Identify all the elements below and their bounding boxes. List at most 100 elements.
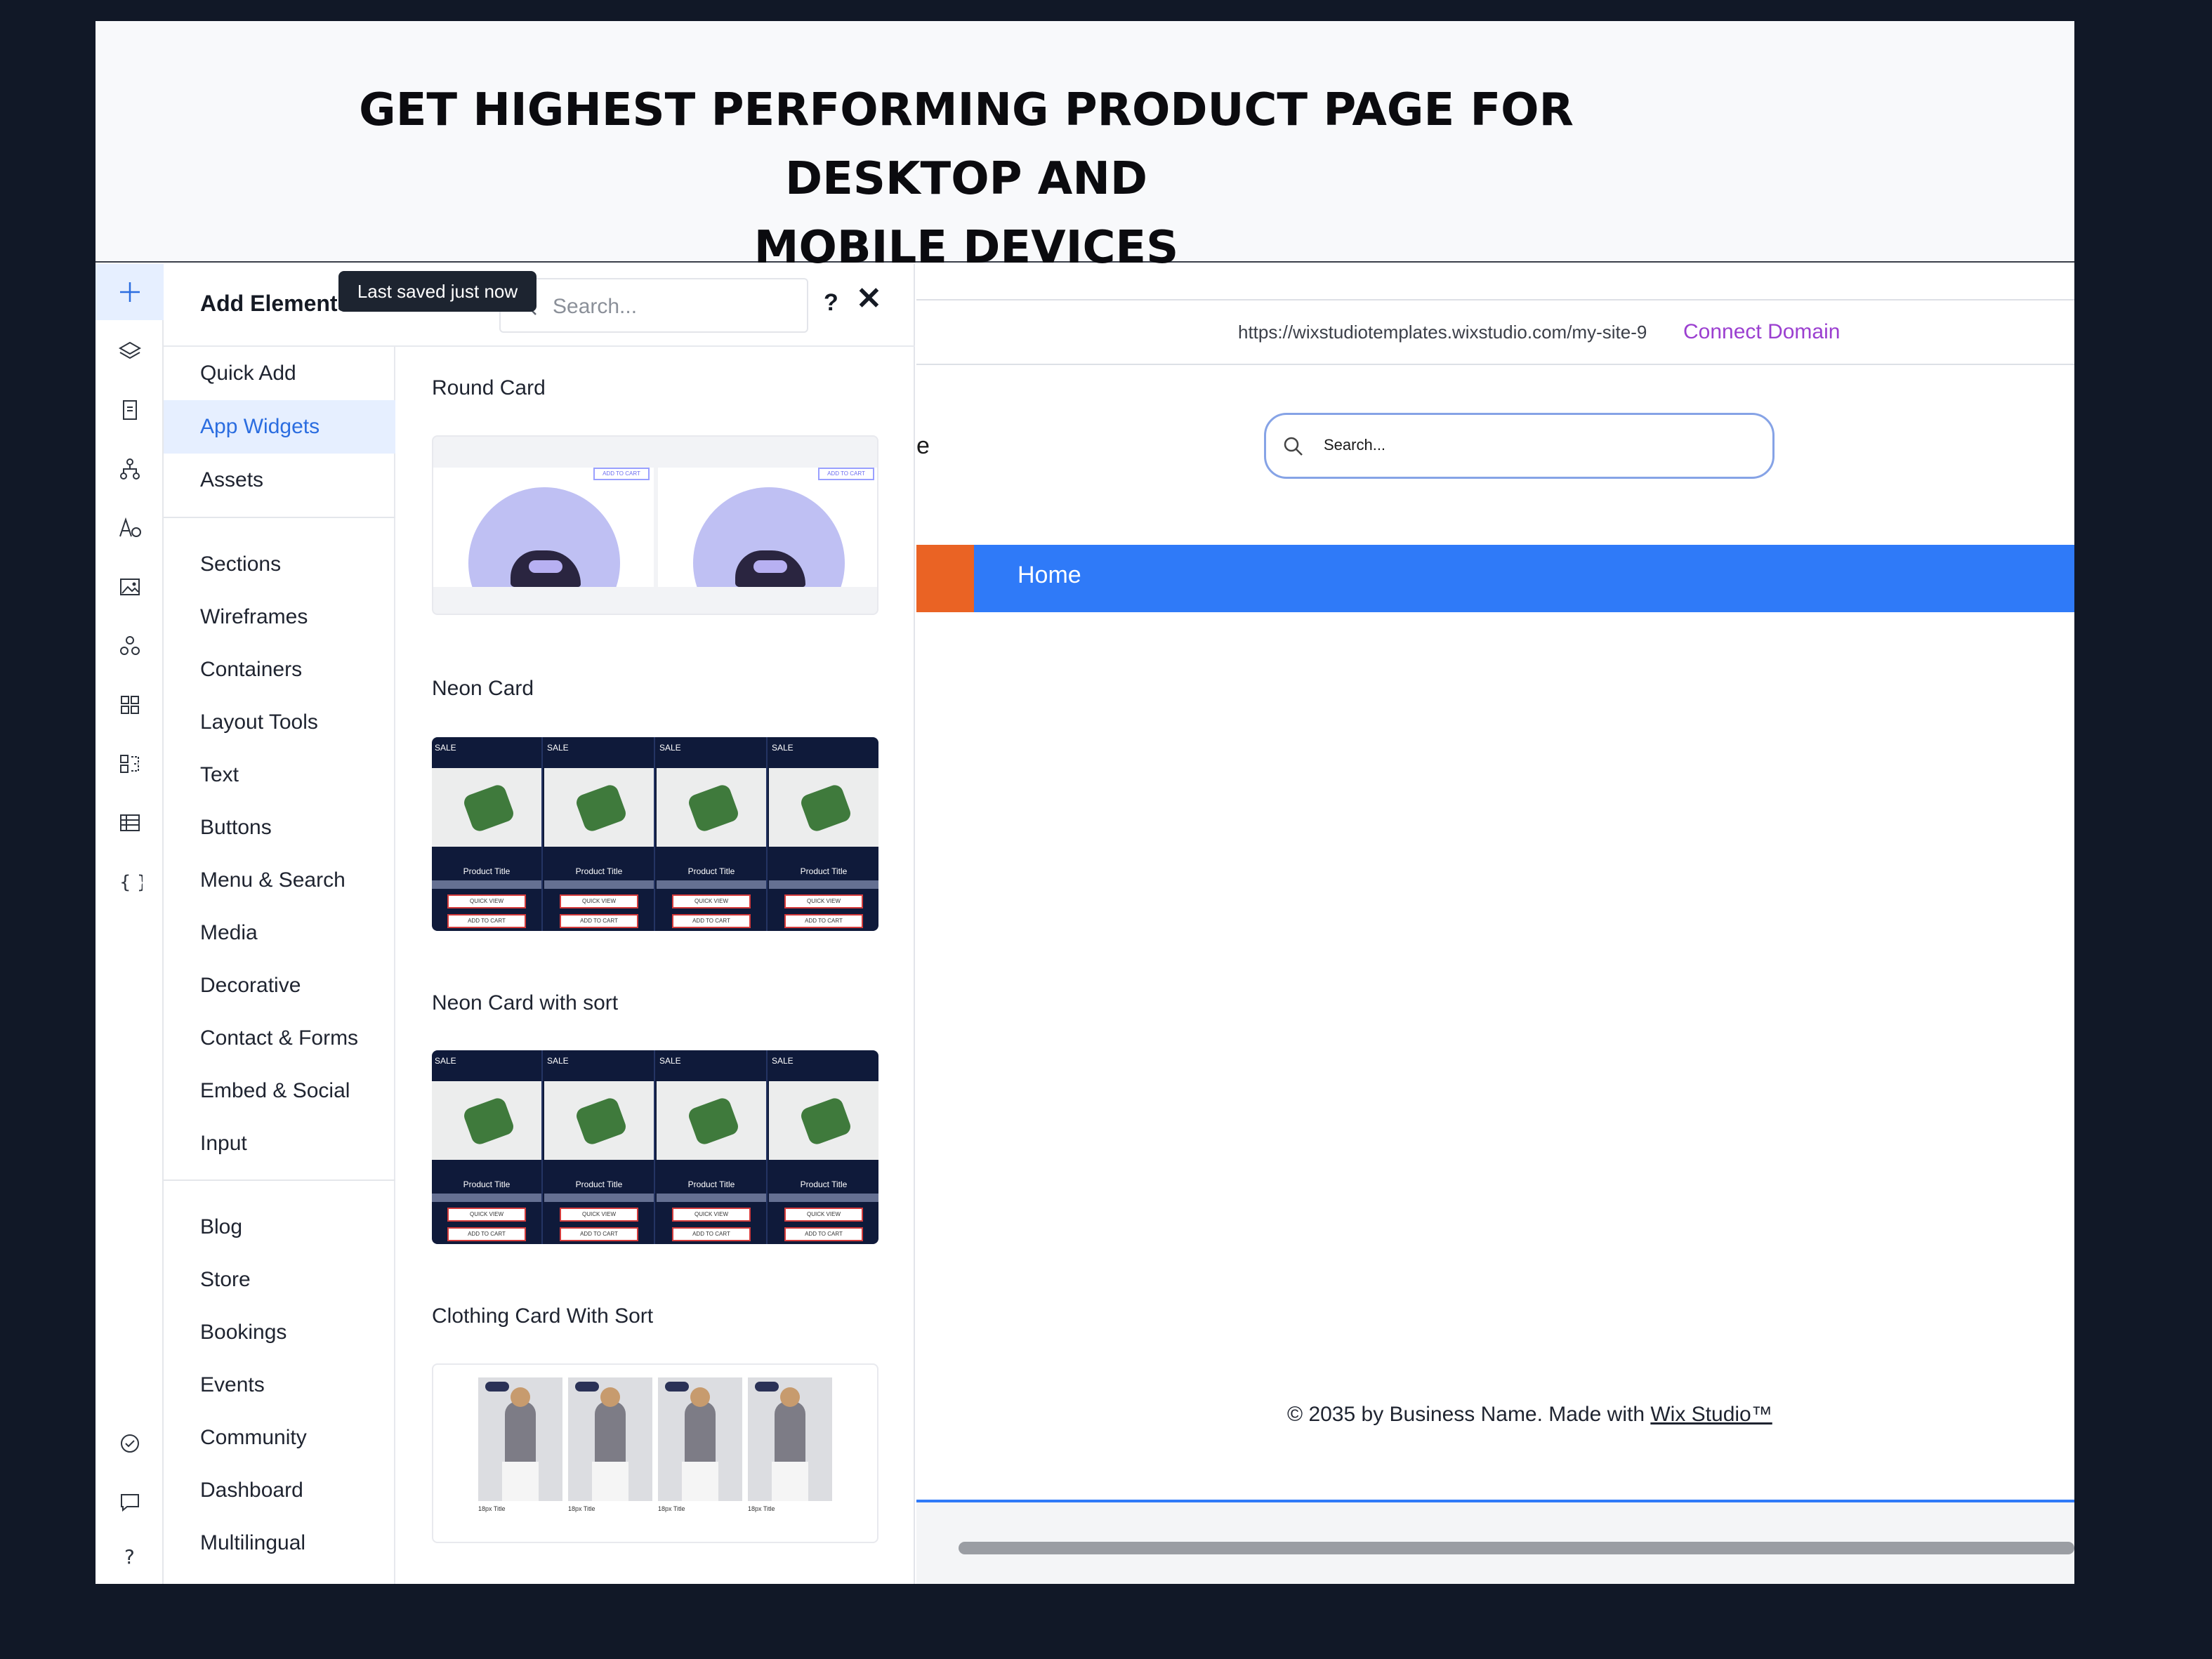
category-app-widgets[interactable]: App Widgets (164, 400, 395, 454)
product-title: Product Title (800, 866, 848, 876)
category-contact-forms[interactable]: Contact & Forms (164, 1012, 395, 1065)
clothing-card-thumbnail[interactable]: 18px Title 18px Title 18px Title 18px Ti… (432, 1363, 878, 1543)
product-title: Product Title (575, 1179, 623, 1189)
category-bookings[interactable]: Bookings (164, 1306, 395, 1359)
category-events[interactable]: Events (164, 1359, 395, 1412)
code-button[interactable]: { } (96, 854, 164, 910)
plus-icon (119, 282, 140, 302)
category-embed-social[interactable]: Embed & Social (164, 1064, 395, 1118)
category-multilingual[interactable]: Multilingual (164, 1516, 395, 1570)
quick-view-label: QUICK VIEW (447, 1208, 526, 1222)
round-card-product: ADD TO CART (658, 468, 877, 587)
product-title: Product Title (463, 1179, 511, 1189)
panel-close-button[interactable]: ✕ (856, 284, 882, 315)
product-image (748, 1377, 832, 1501)
site-preview: https://wixstudiotemplates.wixstudio.com… (916, 264, 2074, 1584)
typography-icon (119, 517, 141, 537)
category-wireframes[interactable]: Wireframes (164, 590, 395, 644)
site-checklist-button[interactable] (96, 1415, 164, 1472)
sneaker-detail (529, 560, 562, 573)
last-saved-tooltip: Last saved just now (338, 271, 536, 312)
round-card-product: ADD TO CART (433, 468, 654, 587)
editor-tool-rail: { } ? (96, 264, 164, 1584)
quick-view-label: QUICK VIEW (560, 894, 638, 908)
quick-view-label: QUICK VIEW (447, 894, 526, 908)
horizontal-scrollbar[interactable] (959, 1542, 2074, 1554)
neon-card-sort-thumbnail[interactable]: SALE Product Title QUICK VIEW ADD TO CART S… (432, 1050, 878, 1244)
sneaker-detail (753, 560, 787, 573)
model-skirt (682, 1462, 718, 1501)
sitemap-button[interactable] (96, 441, 164, 497)
category-buttons[interactable]: Buttons (164, 801, 395, 854)
category-menu-search[interactable]: Menu & Search (164, 854, 395, 907)
site-url[interactable]: https://wixstudiotemplates.wixstudio.com… (1238, 322, 1647, 343)
help-icon: ? (124, 1545, 135, 1568)
connect-domain-link[interactable]: Connect Domain (1683, 320, 1840, 344)
price-row (544, 1194, 654, 1202)
sale-badge: SALE (772, 743, 794, 753)
typography-button[interactable] (96, 500, 164, 556)
quick-view-label: QUICK VIEW (560, 1208, 638, 1222)
image-icon (119, 579, 140, 595)
neon-card-product: SALE Product Title QUICK VIEW ADD TO CART (769, 737, 878, 931)
cms-button[interactable] (96, 795, 164, 851)
media-button[interactable] (96, 559, 164, 615)
product-cube (574, 783, 628, 833)
sale-badge: SALE (772, 1056, 794, 1066)
neon-card-product: SALE Product Title QUICK VIEW ADD TO CART (544, 737, 655, 931)
section-label-neon-card-sort: Neon Card with sort (432, 991, 619, 1014)
site-footer-text: © 2035 by Business Name. Made with Wix S… (1287, 1403, 1772, 1427)
add-to-cart-label: ADD TO CART (784, 914, 863, 928)
category-dashboard[interactable]: Dashboard (164, 1464, 395, 1517)
panel-help-button[interactable]: ? (824, 289, 838, 317)
category-blog[interactable]: Blog (164, 1201, 395, 1254)
svg-text:?: ? (124, 1545, 135, 1568)
sale-badge: SALE (547, 743, 569, 753)
footer-copyright: © 2035 by Business Name. Made with (1287, 1403, 1651, 1426)
site-search-input[interactable]: Search... (1264, 413, 1775, 479)
neon-card-product: SALE Product Title QUICK VIEW ADD TO CART (657, 1050, 768, 1244)
product-caption: 18px Title (568, 1505, 595, 1512)
apps-button[interactable] (96, 618, 164, 674)
category-layout-tools[interactable]: Layout Tools (164, 696, 395, 749)
neon-card-product: SALE Product Title QUICK VIEW ADD TO CART (432, 737, 543, 931)
widget-gallery: Round Card ADD TO CART ADD TO CART Neon … (395, 347, 915, 1584)
layers-button[interactable] (96, 323, 164, 379)
category-text[interactable]: Text (164, 748, 395, 802)
panel-title: Add Elements (200, 291, 350, 316)
category-input[interactable]: Input (164, 1117, 395, 1170)
add-to-cart-label: ADD TO CART (818, 468, 874, 480)
help-button[interactable]: ? (96, 1528, 164, 1584)
category-decorative[interactable]: Decorative (164, 959, 395, 1012)
pages-button[interactable] (96, 382, 164, 438)
quick-view-label: QUICK VIEW (784, 1208, 863, 1222)
category-media[interactable]: Media (164, 906, 395, 960)
nav-item-home[interactable]: Home (1018, 562, 1081, 589)
add-elements-button[interactable] (96, 264, 164, 320)
clothing-card-product: 18px Title (748, 1377, 832, 1518)
comments-button[interactable] (96, 1474, 164, 1531)
sale-badge: SALE (435, 1056, 456, 1066)
price-row (432, 1194, 541, 1202)
product-image (769, 768, 878, 847)
clothing-card-product: 18px Title (568, 1377, 652, 1518)
components-button[interactable] (96, 736, 164, 792)
category-store[interactable]: Store (164, 1253, 395, 1307)
category-community[interactable]: Community (164, 1411, 395, 1465)
category-assets[interactable]: Assets (164, 454, 395, 507)
neon-card-thumbnail[interactable]: SALE Product Title QUICK VIEW ADD TO CART S… (432, 737, 878, 931)
category-containers[interactable]: Containers (164, 643, 395, 696)
footer-wix-studio-link[interactable]: Wix Studio™ (1650, 1403, 1772, 1426)
product-title: Product Title (463, 866, 511, 876)
price-row (657, 880, 766, 889)
grid-button[interactable] (96, 677, 164, 733)
round-card-thumbnail[interactable]: ADD TO CART ADD TO CART (432, 435, 878, 615)
panel-search-input[interactable]: Search... (499, 278, 808, 333)
category-sections[interactable]: Sections (164, 538, 395, 591)
product-cube (686, 783, 741, 833)
add-to-cart-label: ADD TO CART (560, 914, 638, 928)
category-quick-add[interactable]: Quick Add (164, 347, 395, 400)
model-head (690, 1387, 710, 1407)
site-navigation-bar: Home (974, 545, 2074, 612)
quick-view-label: QUICK VIEW (672, 1208, 751, 1222)
